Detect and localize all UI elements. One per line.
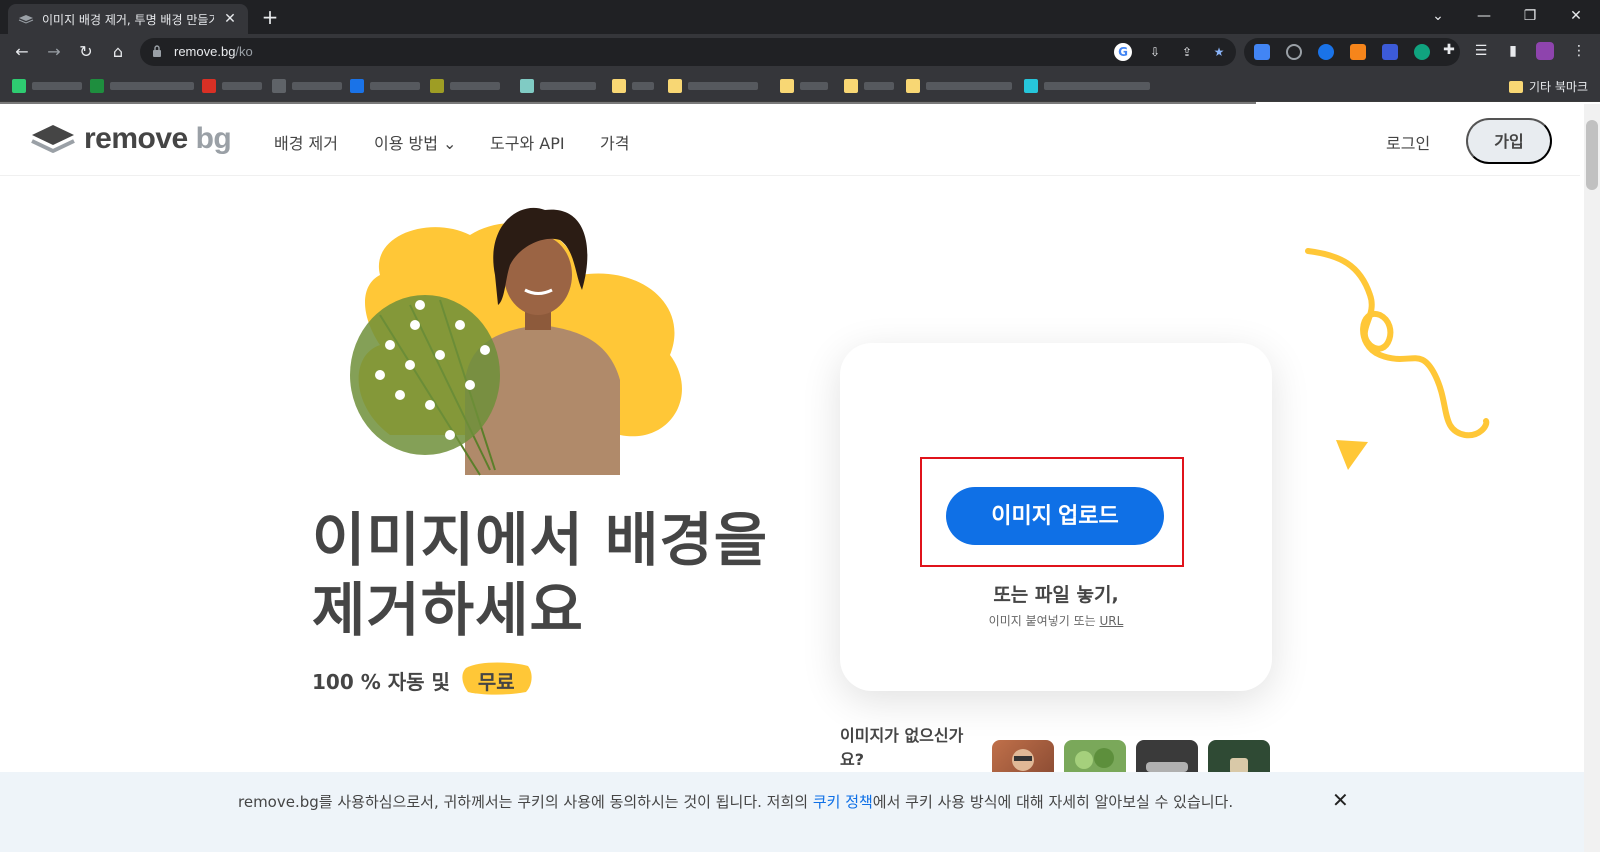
reload-icon[interactable]: ↻ xyxy=(74,40,98,64)
menu-kebab-icon[interactable]: ⋮ xyxy=(1570,42,1588,60)
scrollbar-thumb[interactable] xyxy=(1586,120,1598,190)
share-icon[interactable]: ⇪ xyxy=(1178,43,1196,61)
removebg-logo-icon xyxy=(31,125,75,153)
nav-remove-background[interactable]: 배경 제거 xyxy=(274,130,338,154)
close-window-button[interactable]: ✕ xyxy=(1556,4,1596,28)
login-link[interactable]: 로그인 xyxy=(1386,130,1430,154)
chevron-down-icon: ⌄ xyxy=(437,134,457,153)
address-bar[interactable]: remove.bg/ko G ⇩ ⇪ ★ xyxy=(140,38,1236,66)
side-panel-icon[interactable]: ▮ xyxy=(1504,42,1522,60)
free-badge: 무료 xyxy=(460,662,533,697)
bookmark-item[interactable] xyxy=(612,78,654,94)
paste-image-text: 이미지 붙여넣기 또는 URL xyxy=(840,612,1272,629)
profile-avatar[interactable] xyxy=(1536,42,1554,60)
bookmark-item[interactable] xyxy=(520,78,596,94)
close-icon[interactable]: ✕ xyxy=(1332,788,1349,812)
bookmark-item[interactable] xyxy=(780,78,828,94)
tab-title: 이미지 배경 제거, 투명 배경 만들기 xyxy=(42,12,214,27)
site-header: remove bg 배경 제거 이용 방법 ⌄ 도구와 API 가격 로그인 가… xyxy=(0,104,1580,176)
bookmark-item[interactable] xyxy=(90,78,194,94)
google-icon[interactable]: G xyxy=(1114,43,1132,61)
headline-line-1: 이미지에서 배경을 xyxy=(312,506,769,574)
cookie-text-before: remove.bg를 사용하심으로서, 귀하께서는 쿠키의 사용에 동의하시는 … xyxy=(238,793,813,811)
removebg-favicon-icon xyxy=(18,14,34,24)
metamask-extension-icon[interactable] xyxy=(1350,44,1366,60)
cookie-consent-bar: remove.bg를 사용하심으로서, 귀하께서는 쿠키의 사용에 동의하시는 … xyxy=(0,772,1584,852)
paste-label: 이미지 붙여넣기 또는 xyxy=(988,614,1096,628)
bookmark-item[interactable] xyxy=(12,78,82,94)
cookie-text: remove.bg를 사용하심으로서, 귀하께서는 쿠키의 사용에 동의하시는 … xyxy=(238,790,1328,814)
extension-icon[interactable] xyxy=(1382,44,1398,60)
bookmark-item[interactable] xyxy=(350,78,420,94)
headline-line-2: 제거하세요 xyxy=(312,576,584,644)
extension-icon[interactable] xyxy=(1318,44,1334,60)
bookmark-item[interactable] xyxy=(844,78,894,94)
subline-text: 100 % 자동 및 xyxy=(312,670,450,694)
other-bookmarks-label: 기타 북마크 xyxy=(1528,80,1588,94)
bookmark-item[interactable] xyxy=(668,78,758,94)
hero-woman-with-flowers-image xyxy=(350,207,682,476)
extensions-area xyxy=(1244,38,1460,66)
bookmark-item[interactable] xyxy=(906,78,1012,94)
nav-tools-api[interactable]: 도구와 API xyxy=(490,130,565,154)
lock-icon xyxy=(153,45,161,57)
bookmark-item[interactable] xyxy=(272,78,342,94)
bookmarks-bar: 기타 북마크 xyxy=(0,70,1600,102)
home-icon[interactable]: ⌂ xyxy=(106,40,130,64)
yellow-squiggle-decoration xyxy=(1305,248,1490,439)
other-bookmarks[interactable]: 기타 북마크 xyxy=(1508,78,1588,95)
url-text: remove.bg/ko xyxy=(174,44,253,59)
nav-how-to-use-label: 이용 방법 xyxy=(374,134,438,153)
hero-headline: 이미지에서 배경을 제거하세요 xyxy=(312,505,768,645)
logo-text-bg: bg xyxy=(195,122,232,155)
install-icon[interactable]: ⇩ xyxy=(1146,43,1164,61)
browser-tab[interactable]: 이미지 배경 제거, 투명 배경 만들기 ✕ xyxy=(8,4,248,34)
extension-icon[interactable] xyxy=(1414,44,1430,60)
translate-extension-icon[interactable] xyxy=(1254,44,1270,60)
browser-tab-strip: 이미지 배경 제거, 투명 배경 만들기 ✕ + ⌄ — ❐ ✕ xyxy=(0,0,1600,34)
url-link[interactable]: URL xyxy=(1100,614,1124,628)
bookmark-star-icon[interactable]: ★ xyxy=(1210,43,1228,61)
upload-image-button[interactable]: 이미지 업로드 xyxy=(946,487,1164,545)
bookmark-item[interactable] xyxy=(202,78,262,94)
forward-icon[interactable]: → xyxy=(42,40,66,64)
no-image-label: 이미지가 없으신가요? xyxy=(840,726,964,769)
free-badge-label: 무료 xyxy=(477,670,515,694)
nav-pricing[interactable]: 가격 xyxy=(600,130,629,154)
back-icon[interactable]: ← xyxy=(10,40,34,64)
cookie-text-after: 에서 쿠키 사용 방식에 대해 자세히 알아보실 수 있습니다. xyxy=(872,793,1234,811)
nav-how-to-use[interactable]: 이용 방법 ⌄ xyxy=(374,130,456,154)
bookmark-item[interactable] xyxy=(430,78,500,94)
tab-search-dropdown-icon[interactable]: ⌄ xyxy=(1418,4,1458,28)
reading-list-icon[interactable]: ☰ xyxy=(1472,42,1490,60)
cookie-policy-link[interactable]: 쿠키 정책 xyxy=(813,793,873,811)
extensions-puzzle-icon[interactable]: ✚ xyxy=(1440,41,1458,59)
folder-icon xyxy=(1508,80,1523,93)
signup-button[interactable]: 가입 xyxy=(1466,118,1552,164)
bookmark-item[interactable] xyxy=(1024,78,1150,94)
tab-close-icon[interactable]: ✕ xyxy=(222,11,238,27)
hero-subline: 100 % 자동 및 무료 xyxy=(312,662,533,697)
page-scrollbar[interactable] xyxy=(1584,104,1600,852)
drop-file-text: 또는 파일 놓기, xyxy=(993,584,1119,606)
logo-text-remove: remove xyxy=(84,122,188,155)
restore-button[interactable]: ❐ xyxy=(1510,4,1550,28)
new-tab-button[interactable]: + xyxy=(258,5,282,29)
yellow-triangle-decoration xyxy=(1336,440,1368,470)
browser-toolbar: ← → ↻ ⌂ remove.bg/ko G ⇩ ⇪ ★ ✚ ☰ ▮ ⋮ xyxy=(0,34,1600,70)
extension-icon[interactable] xyxy=(1286,44,1302,60)
minimize-button[interactable]: — xyxy=(1464,4,1504,28)
site-logo[interactable]: remove bg xyxy=(30,122,232,156)
